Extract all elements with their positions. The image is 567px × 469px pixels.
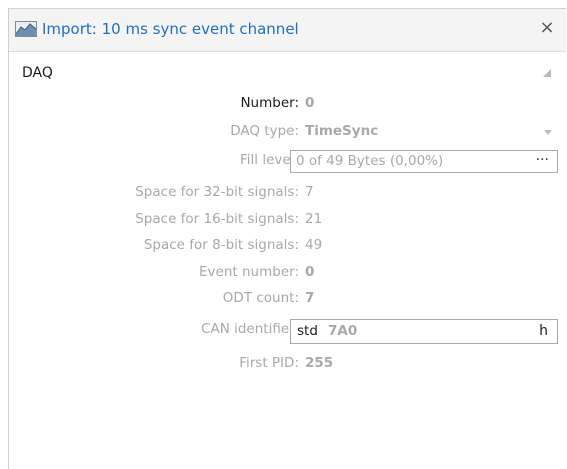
row-space16: Space for 16-bit signals: 21 — [9, 209, 567, 231]
space16-value: 21 — [305, 211, 323, 227]
space16-label: Space for 16-bit signals: — [135, 211, 299, 227]
event-number-value: 0 — [305, 264, 315, 280]
first-pid-label: First PID: — [239, 355, 299, 371]
can-identifier-field[interactable]: std 7A0 h — [290, 319, 558, 344]
space8-value: 49 — [305, 237, 323, 253]
row-first-pid: First PID: 255 — [9, 353, 567, 375]
space32-label: Space for 32-bit signals: — [135, 184, 299, 200]
can-identifier-label: CAN identifier: — [201, 321, 299, 337]
fill-level-field[interactable]: 0 of 49 Bytes (0,00%) ··· — [290, 150, 558, 173]
row-number: Number: 0 — [9, 93, 567, 115]
fill-level-value: 0 of 49 Bytes (0,00%) — [296, 153, 444, 169]
ellipsis-button[interactable]: ··· — [536, 152, 549, 168]
panel-title: Import: 10 ms sync event channel — [42, 20, 299, 38]
panel-titlebar: Import: 10 ms sync event channel × — [9, 9, 566, 52]
number-label: Number: — [240, 95, 299, 111]
space8-label: Space for 8-bit signals: — [143, 237, 299, 253]
row-daq-type[interactable]: DAQ type: TimeSync — [9, 121, 567, 143]
space32-value: 7 — [305, 184, 314, 200]
daq-type-value: TimeSync — [305, 123, 379, 139]
row-event-number: Event number: 0 — [9, 262, 567, 284]
collapse-triangle-icon[interactable] — [542, 68, 552, 78]
row-space32: Space for 32-bit signals: 7 — [9, 182, 567, 204]
close-icon[interactable]: × — [538, 19, 556, 37]
first-pid-value: 255 — [305, 355, 334, 371]
daq-section-header[interactable]: DAQ — [9, 62, 566, 84]
row-space8: Space for 8-bit signals: 49 — [9, 235, 567, 257]
row-odt-count: ODT count: 7 — [9, 288, 567, 310]
chart-area-icon — [15, 21, 37, 37]
import-panel: Import: 10 ms sync event channel × DAQ N… — [8, 8, 566, 469]
number-value: 0 — [305, 95, 315, 111]
event-number-label: Event number: — [199, 264, 299, 280]
section-title: DAQ — [22, 65, 53, 81]
can-id-prefix: std — [297, 323, 318, 339]
chevron-down-icon[interactable] — [544, 130, 552, 135]
can-id-value: 7A0 — [328, 323, 358, 339]
daq-type-label: DAQ type: — [230, 123, 299, 139]
can-id-suffix: h — [539, 323, 548, 339]
odt-count-value: 7 — [305, 290, 315, 306]
odt-count-label: ODT count: — [222, 290, 299, 306]
